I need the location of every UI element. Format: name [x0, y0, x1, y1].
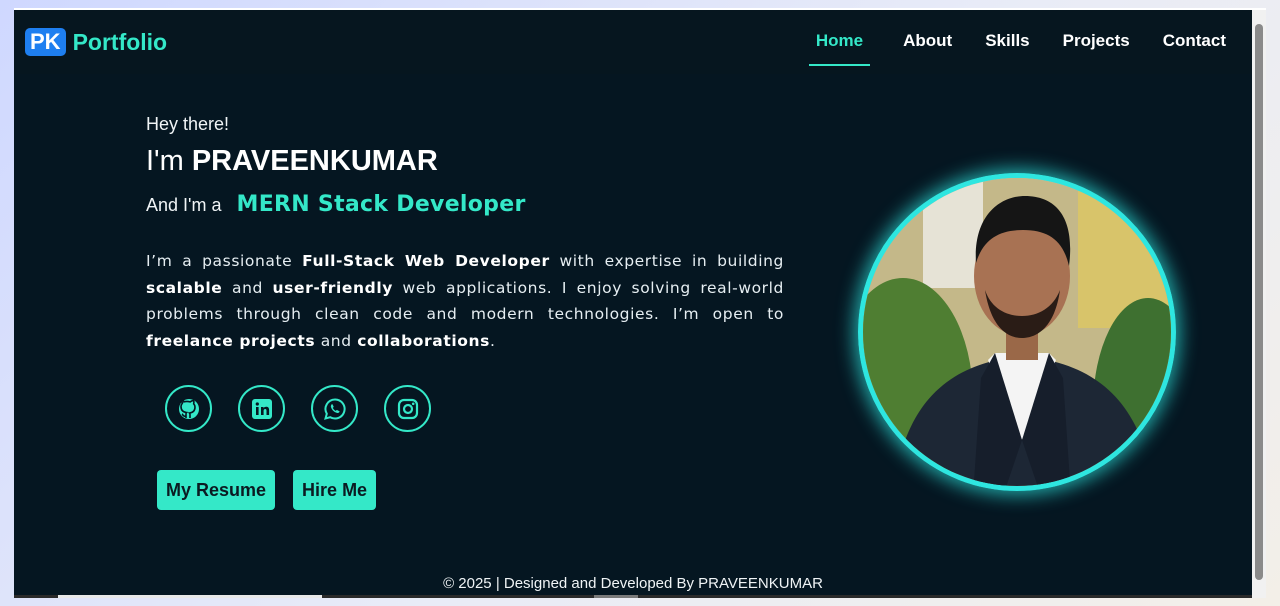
- whatsapp-icon: [323, 397, 346, 420]
- cta-buttons: My Resume Hire Me: [157, 470, 786, 510]
- greeting: Hey there!: [146, 114, 230, 134]
- bio-highlight: scalable: [146, 278, 223, 297]
- bio-highlight: freelance projects: [146, 331, 316, 350]
- nav-about[interactable]: About: [903, 10, 952, 74]
- hire-me-button[interactable]: Hire Me: [293, 470, 377, 510]
- linkedin-icon: [251, 398, 272, 419]
- horizontal-scroll-indicator: [594, 595, 638, 598]
- nav-home[interactable]: Home: [808, 10, 871, 74]
- role-prefix: And I'm a: [146, 195, 222, 215]
- bio-text: I’m a passionate: [146, 252, 293, 270]
- vertical-scrollbar[interactable]: [1252, 10, 1266, 598]
- github-icon: [178, 398, 199, 419]
- profile-photo-illustration: [863, 178, 1171, 486]
- github-link[interactable]: [165, 385, 212, 432]
- page-viewport: PK Portfolio Home About Skills Projects …: [14, 10, 1252, 598]
- horizontal-scrollbar[interactable]: [14, 595, 1252, 598]
- bio-text: with expertise in building: [559, 252, 784, 270]
- brand-name: Portfolio: [72, 28, 168, 55]
- role-heading: And I'm a MERN Stack Developer: [146, 192, 786, 217]
- resume-button[interactable]: My Resume: [157, 470, 276, 510]
- name-text: PRAVEENKUMAR: [191, 145, 438, 177]
- hero-section: Hey there! I'm PRAVEENKUMAR And I'm a ME…: [146, 114, 786, 510]
- bio-text: and: [320, 331, 352, 350]
- brand-badge: PK: [25, 28, 66, 56]
- instagram-link[interactable]: [384, 385, 431, 432]
- name-prefix: I'm: [146, 145, 184, 177]
- role-text: MERN Stack Developer: [236, 192, 526, 217]
- footer-text: © 2025 | Designed and Developed By PRAVE…: [443, 575, 823, 592]
- nav-projects[interactable]: Projects: [1063, 10, 1130, 74]
- bio-highlight: Full-Stack Web Developer: [302, 252, 550, 270]
- linkedin-link[interactable]: [238, 385, 285, 432]
- bio-text: and: [231, 278, 263, 297]
- bio-paragraph: I’m a passionate Full-Stack Web Develope…: [146, 248, 784, 354]
- instagram-icon: [397, 398, 418, 419]
- bio-highlight: user-friendly: [272, 278, 393, 297]
- social-links: [165, 385, 786, 432]
- navbar: PK Portfolio Home About Skills Projects …: [14, 10, 1252, 74]
- nav-contact[interactable]: Contact: [1163, 10, 1226, 74]
- whatsapp-link[interactable]: [311, 385, 358, 432]
- browser-frame: PK Portfolio Home About Skills Projects …: [14, 8, 1266, 598]
- bio-highlight: collaborations: [357, 331, 490, 350]
- vertical-scroll-thumb[interactable]: [1255, 24, 1263, 580]
- bio-text: .: [490, 331, 496, 350]
- name-heading: I'm PRAVEENKUMAR: [146, 145, 786, 178]
- brand-logo[interactable]: PK Portfolio: [25, 28, 167, 56]
- profile-photo: [858, 173, 1176, 491]
- nav-skills[interactable]: Skills: [985, 10, 1029, 74]
- horizontal-scroll-thumb[interactable]: [58, 595, 322, 598]
- main-nav: Home About Skills Projects Contact: [808, 10, 1226, 74]
